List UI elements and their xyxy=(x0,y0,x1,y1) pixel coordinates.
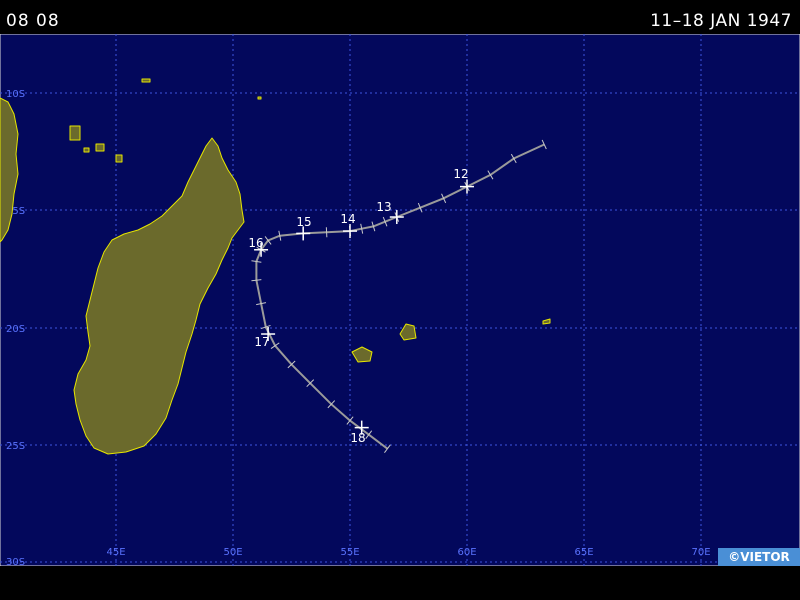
lon-label-45e: 45E xyxy=(106,547,125,558)
top-bar: 08 08 11–18 JAN 1947 xyxy=(0,0,800,34)
day-label-14: 14 xyxy=(340,212,355,226)
date-range: 11–18 JAN 1947 xyxy=(650,11,792,31)
day-label-13: 13 xyxy=(376,200,391,214)
day-label-15: 15 xyxy=(296,215,311,229)
credit-badge: ©VIETOR xyxy=(718,548,800,566)
day-label-12: 12 xyxy=(453,167,468,181)
lat-label-25s: 25S xyxy=(6,441,25,452)
lon-label-50e: 50E xyxy=(223,547,242,558)
day-label-16: 16 xyxy=(248,236,263,250)
lat-label-10s: 10S xyxy=(6,89,25,100)
comoros-island-3 xyxy=(83,147,90,153)
comoros-island-2 xyxy=(95,143,105,152)
storm-track-map: 10S 15S 20S 25S 30S 45E 50E 55E 60E 65E … xyxy=(0,33,800,568)
lon-label-70e: 70E xyxy=(691,547,710,558)
mayotte xyxy=(115,154,123,163)
lon-label-60e: 60E xyxy=(457,547,476,558)
lat-label-30s: 30S xyxy=(6,557,25,566)
lon-label-65e: 65E xyxy=(574,547,593,558)
tromelin xyxy=(257,96,262,100)
map-panel: 10S 15S 20S 25S 30S 45E 50E 55E 60E 65E … xyxy=(0,33,800,568)
day-label-18: 18 xyxy=(350,431,365,445)
glorioso-islet xyxy=(141,78,151,83)
lon-label-55e: 55E xyxy=(340,547,359,558)
day-label-17: 17 xyxy=(254,335,269,349)
lat-label-20s: 20S xyxy=(6,324,25,335)
comoros-island-1 xyxy=(69,125,81,141)
bottom-bar xyxy=(0,566,800,600)
storm-id: 08 08 xyxy=(6,11,60,31)
